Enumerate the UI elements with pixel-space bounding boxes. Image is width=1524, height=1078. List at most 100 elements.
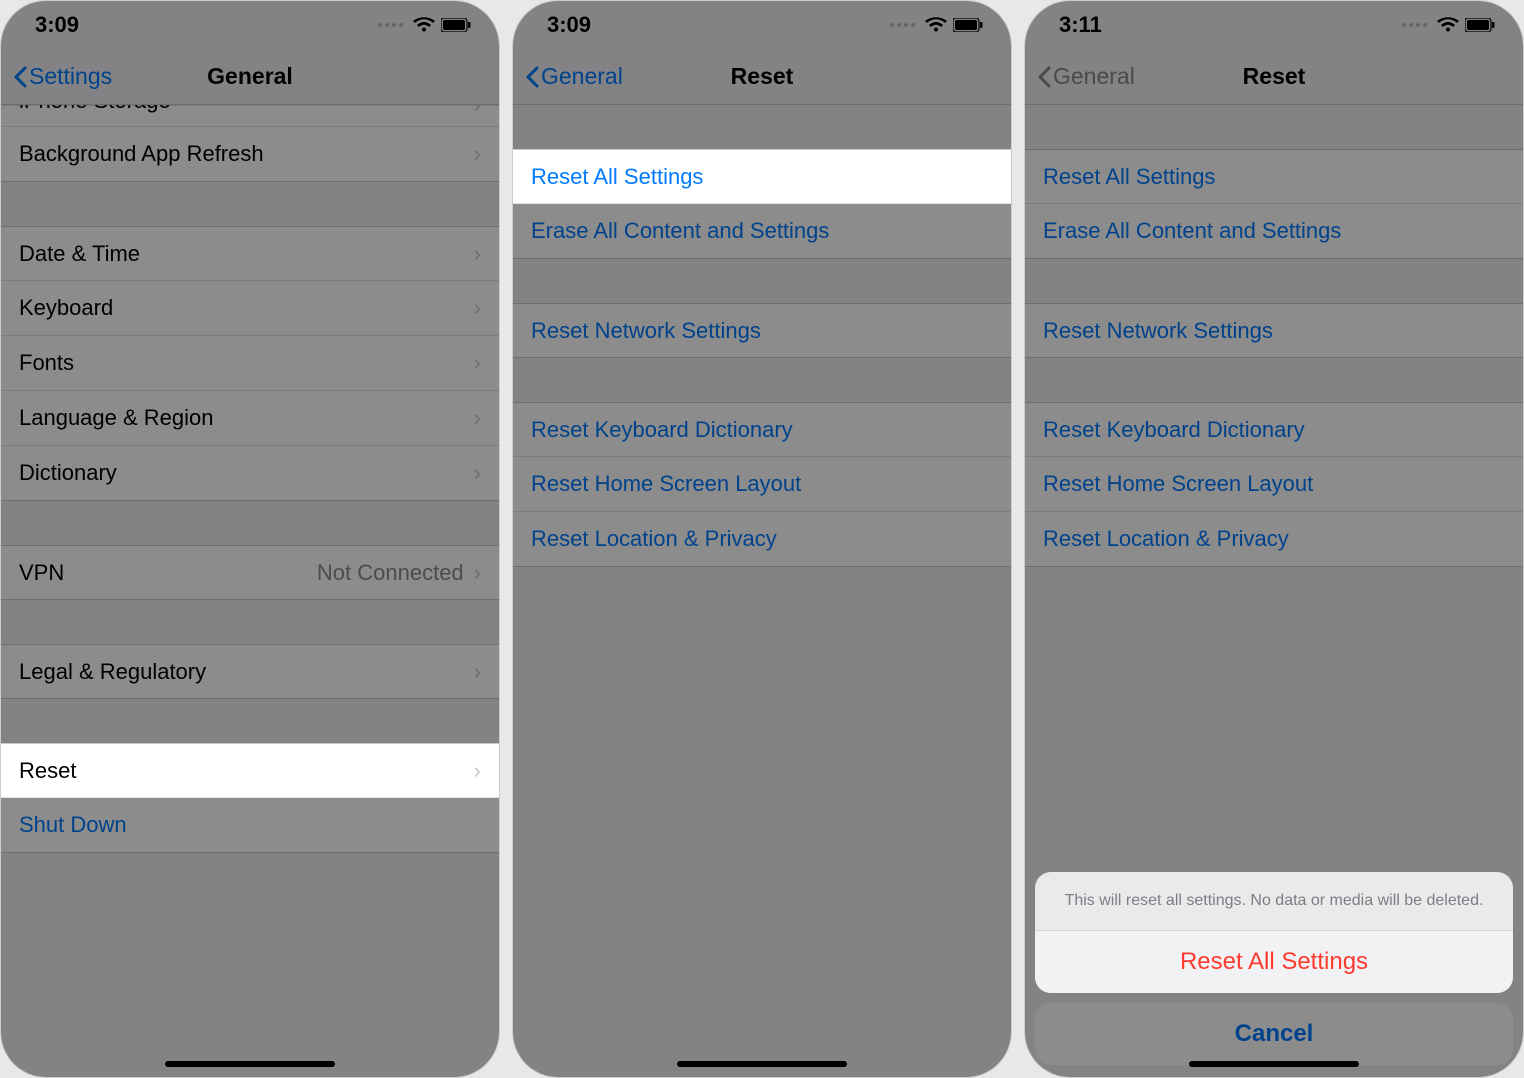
row-label: iPhone Storage (19, 105, 474, 114)
chevron-right-icon: › (474, 560, 481, 586)
row-reset-location-privacy[interactable]: Reset Location & Privacy (513, 512, 1011, 567)
screen-reset: 3:09 General Reset Reset All Settings Er… (512, 0, 1012, 1078)
row-label: Reset Keyboard Dictionary (1043, 417, 1505, 443)
wifi-icon (925, 17, 947, 33)
signal-dots-icon (1402, 23, 1427, 27)
row-reset-all-settings[interactable]: Reset All Settings (513, 149, 1011, 204)
status-time: 3:09 (35, 12, 79, 38)
action-sheet: This will reset all settings. No data or… (1035, 872, 1513, 1065)
nav-back-button[interactable]: Settings (13, 63, 112, 90)
chevron-right-icon: › (474, 758, 481, 784)
settings-list[interactable]: iPhone Storage › Background App Refresh … (1, 105, 499, 1077)
chevron-left-icon (525, 66, 539, 88)
reset-list[interactable]: Reset All Settings Erase All Content and… (513, 105, 1011, 1077)
group-spacer (1025, 105, 1523, 149)
row-legal[interactable]: Legal & Regulatory › (1, 644, 499, 699)
chevron-left-icon (1037, 66, 1051, 88)
home-indicator[interactable] (1189, 1061, 1359, 1067)
row-reset-network[interactable]: Reset Network Settings (513, 303, 1011, 358)
row-reset-keyboard-dict[interactable]: Reset Keyboard Dictionary (513, 402, 1011, 457)
row-label: Reset (19, 758, 474, 784)
row-reset-home-layout[interactable]: Reset Home Screen Layout (513, 457, 1011, 512)
row-erase-all[interactable]: Erase All Content and Settings (1025, 204, 1523, 259)
row-label: Reset Network Settings (1043, 318, 1505, 344)
battery-icon (1465, 18, 1495, 32)
battery-icon (953, 18, 983, 32)
row-label: Reset All Settings (1043, 164, 1505, 190)
action-sheet-body: This will reset all settings. No data or… (1035, 872, 1513, 993)
confirm-reset-button[interactable]: Reset All Settings (1035, 931, 1513, 993)
wifi-icon (413, 17, 435, 33)
nav-back-label: Settings (29, 63, 112, 90)
nav-bar: General Reset (513, 49, 1011, 105)
row-label: Fonts (19, 350, 474, 376)
row-label: Date & Time (19, 241, 474, 267)
row-bg-refresh[interactable]: Background App Refresh › (1, 127, 499, 182)
screen-general: 3:09 Settings General iPhone Storage › B… (0, 0, 500, 1078)
row-date-time[interactable]: Date & Time › (1, 226, 499, 281)
row-erase-all[interactable]: Erase All Content and Settings (513, 204, 1011, 259)
row-label: Reset Location & Privacy (531, 526, 993, 552)
group-spacer (1, 501, 499, 545)
row-keyboard[interactable]: Keyboard › (1, 281, 499, 336)
row-label: Erase All Content and Settings (531, 218, 993, 244)
home-indicator[interactable] (165, 1061, 335, 1067)
row-dictionary[interactable]: Dictionary › (1, 446, 499, 501)
status-bar: 3:11 (1025, 1, 1523, 49)
nav-bar: Settings General (1, 49, 499, 105)
row-label: Erase All Content and Settings (1043, 218, 1505, 244)
row-label: Language & Region (19, 405, 474, 431)
row-label: Background App Refresh (19, 141, 474, 167)
action-sheet-message: This will reset all settings. No data or… (1035, 872, 1513, 931)
status-time: 3:09 (547, 12, 591, 38)
chevron-right-icon: › (474, 295, 481, 321)
row-reset-all-settings[interactable]: Reset All Settings (1025, 149, 1523, 204)
status-bar: 3:09 (1, 1, 499, 49)
wifi-icon (1437, 17, 1459, 33)
group-spacer (513, 105, 1011, 149)
status-right (378, 17, 471, 33)
group-spacer (1, 600, 499, 644)
group-spacer (1025, 358, 1523, 402)
row-label: Reset Location & Privacy (1043, 526, 1505, 552)
signal-dots-icon (890, 23, 915, 27)
nav-back-button: General (1037, 63, 1135, 90)
row-reset-location-privacy[interactable]: Reset Location & Privacy (1025, 512, 1523, 567)
status-right (890, 17, 983, 33)
row-iphone-storage[interactable]: iPhone Storage › (1, 105, 499, 127)
row-reset-network[interactable]: Reset Network Settings (1025, 303, 1523, 358)
nav-bar: General Reset (1025, 49, 1523, 105)
group-spacer (1, 699, 499, 743)
group-spacer (1, 182, 499, 226)
row-shut-down[interactable]: Shut Down (1, 798, 499, 853)
row-label: Reset Home Screen Layout (1043, 471, 1505, 497)
row-label: Dictionary (19, 460, 474, 486)
chevron-right-icon: › (474, 141, 481, 167)
chevron-right-icon: › (474, 241, 481, 267)
status-right (1402, 17, 1495, 33)
nav-back-label: General (541, 63, 623, 90)
battery-icon (441, 18, 471, 32)
row-label: Keyboard (19, 295, 474, 321)
group-spacer (513, 358, 1011, 402)
chevron-right-icon: › (474, 659, 481, 685)
row-reset[interactable]: Reset › (1, 743, 499, 798)
signal-dots-icon (378, 23, 403, 27)
chevron-right-icon: › (474, 350, 481, 376)
row-fonts[interactable]: Fonts › (1, 336, 499, 391)
row-label: Reset Network Settings (531, 318, 993, 344)
group-spacer (513, 259, 1011, 303)
row-language-region[interactable]: Language & Region › (1, 391, 499, 446)
chevron-right-icon: › (474, 460, 481, 486)
row-label: Reset Home Screen Layout (531, 471, 993, 497)
cancel-button[interactable]: Cancel (1035, 1003, 1513, 1065)
row-vpn[interactable]: VPN Not Connected › (1, 545, 499, 600)
row-reset-home-layout[interactable]: Reset Home Screen Layout (1025, 457, 1523, 512)
row-label: Legal & Regulatory (19, 659, 474, 685)
nav-back-button[interactable]: General (525, 63, 623, 90)
chevron-left-icon (13, 66, 27, 88)
chevron-right-icon: › (474, 105, 481, 118)
row-reset-keyboard-dict[interactable]: Reset Keyboard Dictionary (1025, 402, 1523, 457)
row-label: VPN (19, 560, 317, 586)
home-indicator[interactable] (677, 1061, 847, 1067)
